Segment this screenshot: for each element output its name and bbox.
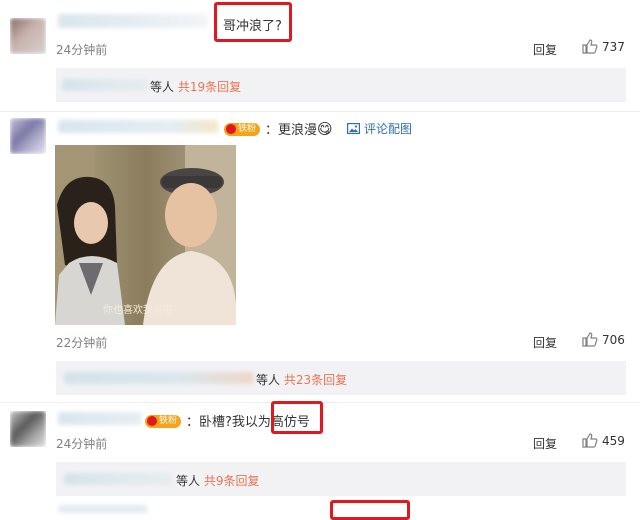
comment-image[interactable]: 你也喜欢我对吧 <box>55 145 236 325</box>
comment-time: 24分钟前 <box>56 437 108 451</box>
comment-body: 更浪漫 <box>278 123 318 138</box>
avatar[interactable] <box>10 118 46 154</box>
avatar[interactable] <box>10 18 46 54</box>
fan-badge-label: 铁粉 <box>238 123 257 134</box>
reply-prefix: 等人 <box>176 474 201 488</box>
reply-button[interactable]: 回复 <box>533 41 557 58</box>
reply-summary: 等人 共19条回复 <box>150 78 241 95</box>
like-button[interactable]: 706 <box>582 332 625 347</box>
username-blurred[interactable] <box>58 14 208 28</box>
thumb-up-icon <box>582 433 598 448</box>
comment-time: 24分钟前 <box>56 43 108 57</box>
thumb-up-icon <box>582 332 598 347</box>
movie-still-illustration: 你也喜欢我对吧 <box>55 145 236 325</box>
reply-users-blurred <box>64 372 254 384</box>
comment-text: 哥冲浪了? <box>223 19 282 34</box>
sub-reply-box[interactable]: 等人 共9条回复 <box>56 462 626 496</box>
comment-time: 22分钟前 <box>56 336 108 350</box>
reply-count[interactable]: 共9条回复 <box>204 474 260 488</box>
reply-summary: 等人 共23条回复 <box>256 371 347 388</box>
comment-pic-label: 评论配图 <box>364 122 413 136</box>
like-count: 706 <box>602 332 625 347</box>
reply-count[interactable]: 共23条回复 <box>284 373 347 387</box>
picture-icon <box>347 123 360 134</box>
reply-summary: 等人 共9条回复 <box>176 472 259 489</box>
fan-badge: 铁粉 <box>224 119 261 138</box>
like-button[interactable]: 737 <box>582 39 625 54</box>
reply-button[interactable]: 回复 <box>533 334 557 351</box>
reply-prefix: 等人 <box>256 373 281 387</box>
avatar[interactable] <box>10 411 46 447</box>
divider <box>0 111 640 112</box>
comment-pic-link[interactable]: 评论配图 <box>347 120 412 137</box>
reply-users-blurred <box>64 473 172 485</box>
vip-crown-icon <box>147 416 157 426</box>
like-count: 737 <box>602 39 625 54</box>
sub-reply-box[interactable]: 等人 共19条回复 <box>56 68 626 102</box>
highlight-box <box>271 401 323 434</box>
comment-body: 卧槽?我以为 <box>199 415 271 430</box>
username-blurred[interactable] <box>58 412 142 425</box>
reply-button[interactable]: 回复 <box>533 435 557 452</box>
image-caption: 你也喜欢我对吧 <box>103 303 173 316</box>
username-blurred[interactable] <box>58 120 218 133</box>
reply-count[interactable]: 共19条回复 <box>178 80 241 94</box>
like-button[interactable]: 459 <box>582 433 625 448</box>
emoji: 😋 <box>317 120 333 138</box>
vip-crown-icon <box>226 124 236 134</box>
thumb-up-icon <box>582 39 598 54</box>
reply-prefix: 等人 <box>150 80 175 94</box>
fan-badge-label: 铁粉 <box>159 415 178 426</box>
highlight-box-partial <box>330 500 410 520</box>
like-count: 459 <box>602 433 625 448</box>
sub-reply-box[interactable]: 等人 共23条回复 <box>56 361 626 395</box>
next-comment-blurred <box>58 505 148 513</box>
reply-users-blurred <box>62 79 148 91</box>
fan-badge: 铁粉 <box>145 411 182 430</box>
comment-text: ：更浪漫😋 <box>265 120 333 138</box>
